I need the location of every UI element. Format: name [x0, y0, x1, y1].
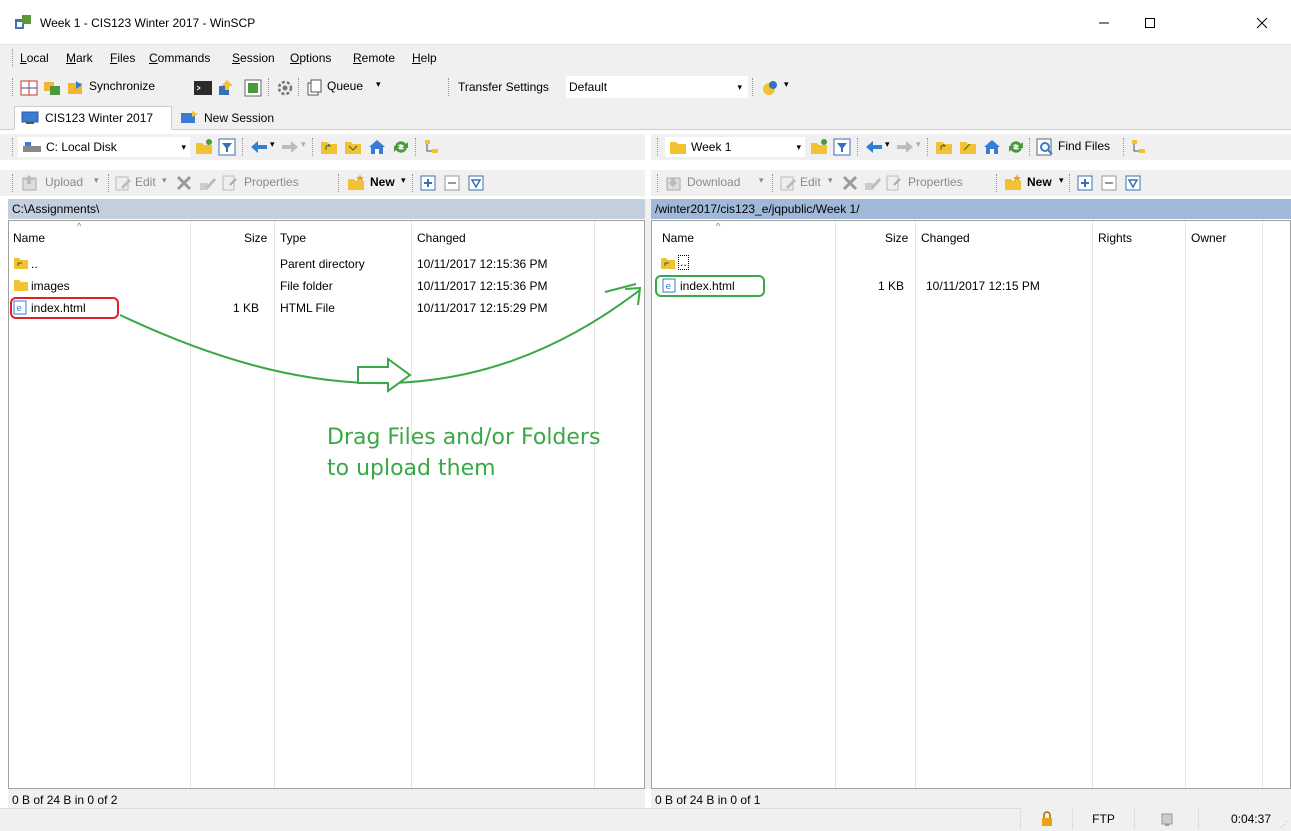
- protocol-cell: FTP: [1072, 808, 1134, 830]
- compression-icon: [1161, 813, 1172, 826]
- compression-cell: [1134, 808, 1198, 830]
- resize-grip-icon[interactable]: ⋰: [1280, 820, 1288, 829]
- remote-status-text: 0 B of 24 B in 0 of 1: [655, 793, 761, 807]
- lock-icon: [1041, 811, 1052, 826]
- protocol-label: FTP: [1092, 812, 1115, 826]
- annotation-line-1: Drag Files and/or Folders: [327, 425, 601, 450]
- drag-annotation-overlay: [119, 283, 642, 393]
- annotation-line-2: to upload them: [327, 456, 496, 481]
- lock-cell[interactable]: [1020, 808, 1072, 830]
- drag-direction-arrow-icon: [357, 357, 412, 393]
- elapsed-time: 0:04:37: [1230, 812, 1271, 826]
- time-cell: 0:04:37: [1198, 808, 1291, 830]
- local-status-text: 0 B of 24 B in 0 of 2: [12, 793, 118, 807]
